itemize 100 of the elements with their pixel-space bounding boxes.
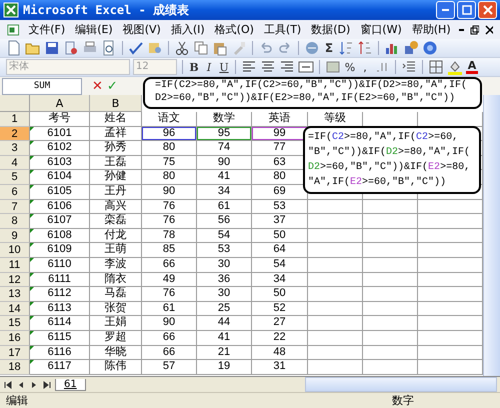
cell-text: 34: [273, 272, 286, 285]
row-header[interactable]: 2: [0, 126, 30, 142]
cell-text: 34: [218, 184, 230, 197]
cell-text: 78: [162, 228, 176, 241]
cell-text: 66: [162, 346, 176, 358]
row-header[interactable]: 13: [0, 287, 30, 302]
row-header[interactable]: 7: [0, 200, 30, 214]
cell-text: 22: [273, 330, 286, 343]
cell-text: 6114: [48, 316, 72, 328]
cell-text: 等级: [324, 112, 346, 124]
cell-text: 马磊: [104, 287, 126, 300]
row-header[interactable]: 12: [0, 272, 30, 288]
cell-text: 61: [162, 302, 176, 314]
menu-item[interactable]: 格式(O): [210, 22, 259, 37]
cell-text: 48: [273, 346, 286, 358]
cell-text: 6102: [47, 141, 72, 154]
cell-text: 53: [273, 200, 286, 212]
bold-button[interactable]: B: [188, 60, 200, 74]
row-header[interactable]: 1: [0, 112, 30, 127]
row-header[interactable]: 16: [0, 330, 30, 346]
cell-text: 80: [273, 170, 286, 182]
menu-item[interactable]: 文件(F): [23, 22, 70, 37]
row-header[interactable]: 14: [0, 302, 30, 316]
sheet-tab[interactable]: 61: [55, 378, 86, 390]
row-header[interactable]: 3: [0, 141, 30, 156]
cell-text: 66: [162, 330, 176, 343]
cell-text: 孙健: [104, 170, 126, 182]
autosum-button[interactable]: Σ: [323, 41, 335, 55]
menu-item[interactable]: 视图(V): [118, 22, 166, 37]
cell-text: 96: [162, 126, 176, 139]
cell-text: 37: [273, 214, 286, 226]
cell-text: 孟祥: [104, 126, 126, 139]
cell-text: 孙秀: [104, 141, 126, 154]
cell-text: 隋衣: [104, 272, 126, 285]
cell-text: 27: [273, 316, 286, 328]
cell-text: 64: [273, 243, 286, 256]
cell-text: 74: [218, 141, 230, 154]
cell-text: 76: [162, 200, 176, 212]
cell-text: 77: [273, 141, 286, 154]
formula-text: "B","C"))&IF(D2>=80,"A",IF(: [308, 146, 472, 160]
row-header[interactable]: 9: [0, 228, 30, 244]
font-color-button[interactable]: A: [466, 60, 478, 74]
cell-text: 栾磊: [104, 214, 126, 226]
cell-editor[interactable]: =IF(C2>=80,"A",IF(C2>=60, "B","C"))&IF(D2>=80,"A",IF( D2>=60,"B","C"))&IF(E2>=80, "A",IF(E2>=60,"B","C")): [303, 126, 481, 194]
cell-text: 陈伟: [104, 360, 126, 372]
cell-text: 6113: [48, 302, 72, 314]
cell-text: 考号: [48, 112, 70, 124]
cell-text: 李波: [104, 258, 126, 270]
cell-text: 6103: [47, 156, 72, 168]
menu-item[interactable]: 工具(T): [258, 22, 306, 37]
italic-button[interactable]: I: [203, 60, 215, 74]
row-header[interactable]: 17: [0, 346, 30, 360]
cell-text: 张贺: [104, 302, 126, 314]
cancel-button[interactable]: ✕: [92, 78, 103, 94]
cell-text: 41: [218, 170, 230, 182]
row-header[interactable]: 8: [0, 214, 30, 229]
cell-text: 王娟: [104, 316, 126, 328]
row-header[interactable]: 6: [0, 184, 30, 200]
cell-text: 华晓: [104, 346, 126, 358]
column-header[interactable]: B: [90, 95, 142, 112]
cell-text: 80: [162, 170, 176, 182]
cell-text: 王萌: [104, 243, 126, 256]
row-header[interactable]: 10: [0, 243, 30, 258]
cell-text: 6116: [48, 346, 72, 358]
cell-text: 30: [218, 287, 230, 300]
percent-button[interactable]: %: [344, 60, 356, 74]
comma-button[interactable]: ,: [359, 60, 371, 74]
menu-item[interactable]: 数据(D): [306, 22, 356, 37]
cell-text: 王磊: [104, 156, 126, 168]
cell-text: 50: [273, 228, 286, 241]
window-title: Microsoft Excel - 成绩表: [23, 2, 190, 18]
cell-text: 21: [218, 346, 230, 358]
row-header[interactable]: 4: [0, 156, 30, 170]
status-indicator: 数字: [392, 393, 414, 408]
row-header[interactable]: 5: [0, 170, 30, 185]
name-box[interactable]: SUM: [2, 78, 82, 94]
formula-text: =IF(C2>=80,"A",IF(C2>=60,: [308, 130, 460, 145]
formula-text: D2>=60,"B","C"))&IF(E2>=80,: [308, 160, 472, 175]
cell-text: 49: [162, 272, 176, 285]
underline-button[interactable]: U: [218, 60, 230, 74]
status-text: 编辑: [6, 393, 28, 408]
cell-text: 31: [273, 360, 286, 372]
row-header[interactable]: 18: [0, 360, 30, 375]
cell-text: 69: [273, 184, 286, 197]
cell-text: 6107: [47, 214, 72, 226]
menu-item[interactable]: 帮助(H): [406, 22, 456, 37]
menu-item[interactable]: 窗口(W): [355, 22, 407, 37]
column-header[interactable]: A: [30, 95, 90, 112]
cell-text: 41: [218, 330, 230, 343]
row-header[interactable]: 15: [0, 316, 30, 331]
menu-item[interactable]: 插入(I): [166, 22, 210, 37]
cell-text: 52: [273, 302, 286, 314]
menu-item[interactable]: 编辑(E): [70, 22, 118, 37]
formula-field[interactable]: =IF(C2>=80,"A",IF(C2>=60,"B","C"))&IF(D2>=80,"A",IF(D2>=60,"B","C"))&IF(E2>=80,"A",IF(E2>=60,"B","C")): [143, 77, 482, 109]
row-header[interactable]: 11: [0, 258, 30, 273]
cell-text: 54: [273, 258, 286, 270]
cell-text: 30: [218, 258, 230, 270]
cell-text: 63: [273, 156, 286, 168]
cell-text: 90: [162, 316, 176, 328]
cell-text: 90: [218, 156, 230, 168]
